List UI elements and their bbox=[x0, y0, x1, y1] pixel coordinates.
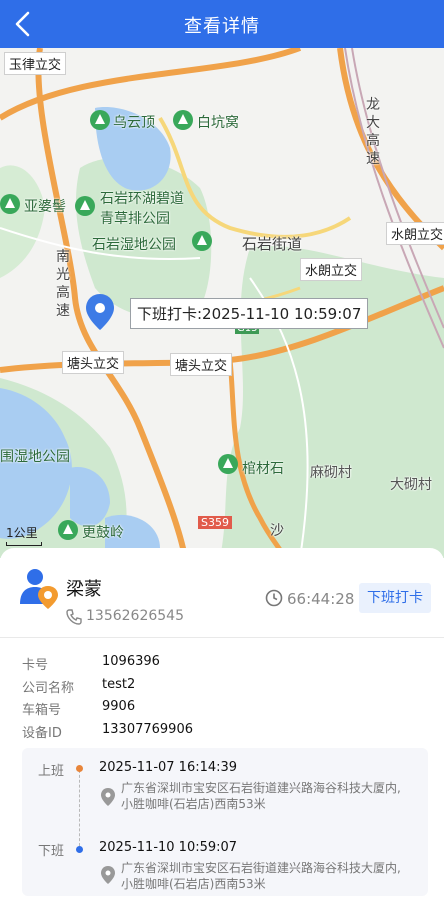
map-label-sha: 沙 bbox=[270, 523, 284, 539]
top-bar: 查看详情 bbox=[0, 0, 444, 48]
road-tag-s359: S359 bbox=[198, 516, 232, 529]
map-label-wetland-left: 围湿地公园 bbox=[0, 449, 70, 465]
status-badge: 下班打卡 bbox=[359, 583, 431, 613]
off-duty-label: 下班 bbox=[38, 844, 65, 859]
map-label-shiyan-street: 石岩街道 bbox=[242, 235, 303, 253]
map-label-wuyunding: 乌云顶 bbox=[113, 115, 155, 131]
location-pin-icon bbox=[101, 788, 115, 806]
map-label-qingcao: 青草排公园 bbox=[100, 211, 170, 227]
detail-value-company: test2 bbox=[102, 677, 136, 692]
detail-label-company: 公司名称 bbox=[22, 681, 75, 696]
park-marker-icon bbox=[173, 110, 193, 130]
phone-number[interactable]: 13562626545 bbox=[86, 608, 184, 624]
elapsed-timer: 66:44:28 bbox=[287, 590, 355, 608]
timeline-connector bbox=[79, 770, 80, 846]
road-tag-yulv: 玉律立交 bbox=[4, 52, 67, 75]
page-title: 查看详情 bbox=[184, 16, 260, 37]
map-label-damajia: 大砌村 bbox=[390, 477, 432, 493]
off-duty-dot bbox=[76, 846, 83, 853]
park-marker-icon bbox=[218, 454, 238, 474]
location-pin-icon bbox=[101, 866, 115, 884]
road-tag-tangtou-left: 塘头立交 bbox=[62, 351, 125, 374]
park-marker-icon bbox=[75, 196, 95, 216]
phone-icon bbox=[66, 609, 82, 625]
map-label-genggu: 更鼓岭 bbox=[82, 525, 124, 541]
on-duty-label: 上班 bbox=[38, 764, 65, 779]
detail-value-carriage: 9906 bbox=[102, 699, 136, 714]
road-tag-tangtou-right: 塘头立交 bbox=[170, 353, 233, 376]
detail-label-carriage: 车箱号 bbox=[22, 703, 62, 718]
detail-value-device-id: 13307769906 bbox=[102, 722, 193, 737]
road-tag-shuilang: 水朗立交 bbox=[300, 258, 363, 281]
map-label-majia: 麻砌村 bbox=[310, 465, 352, 481]
park-marker-icon bbox=[58, 520, 78, 540]
map-label-yapojiao: 亚婆髻 bbox=[24, 199, 66, 215]
on-duty-dot bbox=[76, 765, 83, 772]
map-label-huanhu: 石岩环湖碧道 bbox=[100, 191, 184, 207]
road-tag-shuilang-top: 水朗立交 bbox=[386, 222, 444, 245]
clock-icon bbox=[265, 589, 283, 607]
park-marker-icon bbox=[90, 110, 110, 130]
detail-label-card-no: 卡号 bbox=[22, 658, 49, 673]
map-label-longda: 龙大高速 bbox=[366, 97, 380, 167]
checkin-tooltip: 下班打卡:2025-11-10 10:59:07 bbox=[130, 298, 369, 329]
map-view[interactable]: 乌云顶 白坑窝 亚婆髻 石岩环湖碧道 青草排公园 石岩湿地公园 石岩街道 围湿地… bbox=[0, 48, 444, 558]
user-name: 梁蒙 bbox=[66, 579, 102, 600]
scale-label: 1公里 bbox=[6, 526, 38, 540]
on-duty-address: 广东省深圳市宝安区石岩街道建兴路海谷科技大厦内,小胜咖啡(石岩店)西南53米 bbox=[121, 781, 401, 811]
detail-value-card-no: 1096396 bbox=[102, 654, 160, 669]
map-label-nanguang: 南光高速 bbox=[56, 249, 70, 319]
scale-bar bbox=[6, 542, 42, 546]
map-label-wetland: 石岩湿地公园 bbox=[92, 237, 176, 253]
off-duty-time: 2025-11-10 10:59:07 bbox=[99, 840, 238, 855]
map-label-gangcaishi: 棺材石 bbox=[242, 461, 284, 477]
park-marker-icon bbox=[0, 194, 20, 214]
divider bbox=[0, 637, 444, 638]
map-label-baikengwo: 白坑窝 bbox=[197, 115, 239, 131]
location-pin-icon[interactable] bbox=[86, 294, 114, 330]
off-duty-address: 广东省深圳市宝安区石岩街道建兴路海谷科技大厦内,小胜咖啡(石岩店)西南53米 bbox=[121, 861, 401, 891]
detail-label-device-id: 设备ID bbox=[22, 726, 62, 741]
user-location-icon bbox=[20, 569, 58, 609]
on-duty-time: 2025-11-07 16:14:39 bbox=[99, 760, 238, 775]
map-scale: 1公里 bbox=[6, 524, 42, 546]
park-marker-icon bbox=[192, 231, 212, 251]
